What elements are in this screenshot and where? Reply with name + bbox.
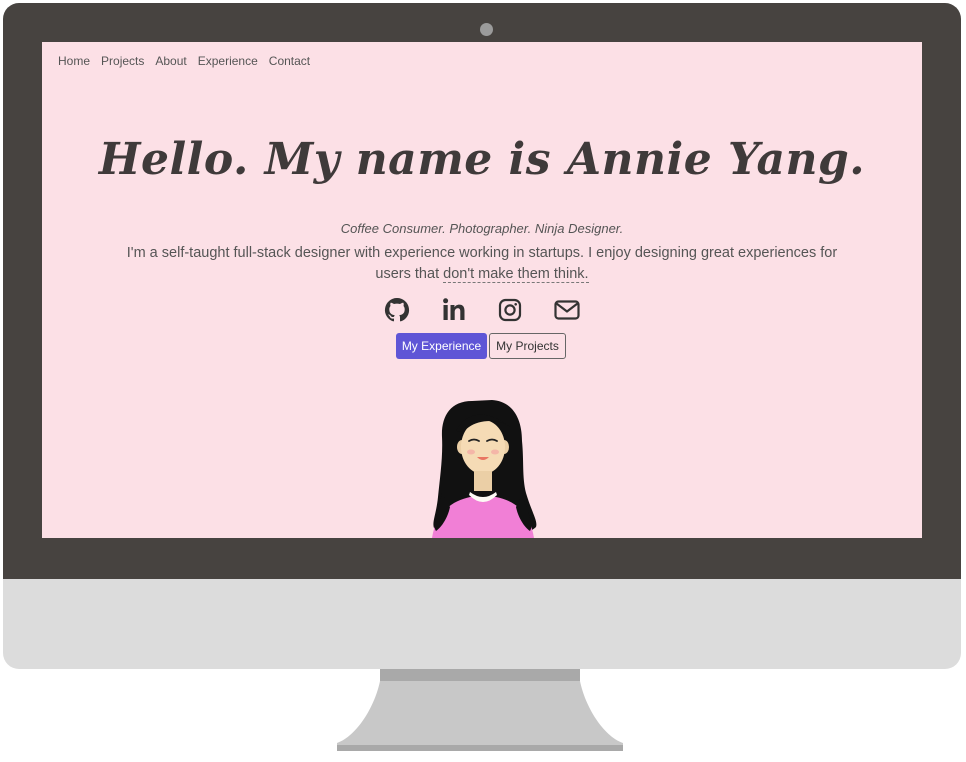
monitor-neck — [380, 669, 580, 681]
nav-about[interactable]: About — [155, 54, 186, 68]
linkedin-icon[interactable] — [439, 295, 469, 325]
my-projects-button[interactable]: My Projects — [489, 333, 566, 359]
nav-home[interactable]: Home — [58, 54, 90, 68]
github-icon[interactable] — [382, 295, 412, 325]
bio-link[interactable]: don't make them think. — [443, 266, 589, 283]
nav-experience[interactable]: Experience — [198, 54, 258, 68]
top-nav: Home Projects About Experience Contact — [58, 54, 310, 68]
my-experience-button[interactable]: My Experience — [396, 333, 487, 359]
hero-subtitle: Coffee Consumer. Photographer. Ninja Des… — [340, 221, 624, 236]
avatar-illustration — [432, 400, 537, 538]
monitor-chin — [3, 579, 961, 669]
nav-contact[interactable]: Contact — [269, 54, 310, 68]
mail-icon[interactable] — [552, 295, 582, 325]
hero-title: Hello. My name is Annie Yang. — [98, 134, 866, 185]
nav-projects[interactable]: Projects — [101, 54, 144, 68]
instagram-icon[interactable] — [495, 295, 525, 325]
website-screen: Home Projects About Experience Contact H… — [42, 42, 922, 538]
monitor-stand — [337, 681, 623, 751]
hero-bio: I'm a self-taught full-stack designer wi… — [112, 243, 852, 285]
social-links — [382, 295, 582, 325]
camera-dot — [480, 23, 493, 36]
